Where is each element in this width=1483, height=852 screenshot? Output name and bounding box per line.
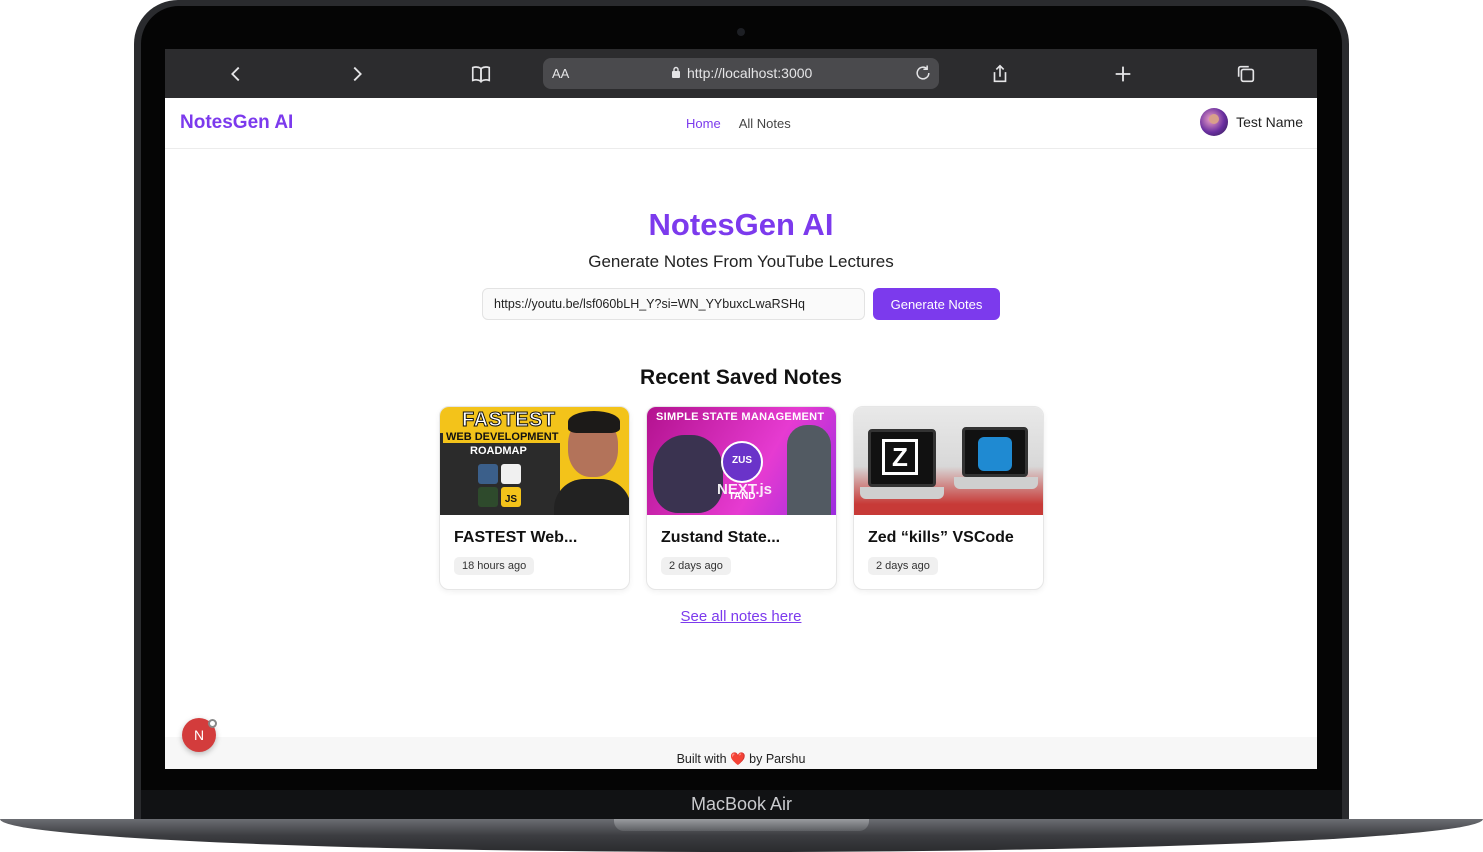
nav-home[interactable]: Home (686, 116, 721, 131)
app-header: NotesGen AI Home All Notes Test Name (165, 98, 1317, 149)
thumbnail-text: ROADMAP (470, 445, 527, 457)
browser-toolbar: AA http://localhost:3000 (165, 49, 1317, 98)
see-all-notes-link[interactable]: See all notes here (165, 608, 1317, 625)
avatar[interactable] (1200, 108, 1229, 136)
page-subtitle: Generate Notes From YouTube Lectures (588, 252, 894, 271)
thumbnail-text: JS (501, 487, 521, 507)
bookmarks-icon[interactable] (468, 61, 494, 87)
note-card[interactable]: ZUS TAND NEXT.js SIMPLE STATE MANAGEMENT… (646, 406, 837, 590)
thumbnail-text: FASTEST (462, 409, 556, 432)
generate-notes-button[interactable]: Generate Notes (873, 288, 1000, 320)
note-thumbnail: Z (854, 407, 1043, 515)
heart-icon: ❤️ (730, 752, 746, 766)
dev-badge-status-dot (208, 719, 217, 728)
thumbnail-text: WEB DEVELOPMENT (443, 431, 562, 443)
note-card[interactable]: FASTEST WEB DEVELOPMENT ROADMAP JS FASTE… (439, 406, 630, 590)
note-time-badge: 2 days ago (868, 557, 938, 575)
thumbnail-text: Z (882, 439, 918, 475)
vscode-logo (978, 437, 1012, 471)
note-title: FASTEST Web... (454, 529, 578, 546)
recent-notes-list: FASTEST WEB DEVELOPMENT ROADMAP JS FASTE… (439, 406, 1044, 590)
note-thumbnail: FASTEST WEB DEVELOPMENT ROADMAP JS (440, 407, 629, 515)
screen: AA http://localhost:3000 NotesGen AI Hom… (165, 49, 1317, 769)
brand-logo[interactable]: NotesGen AI (180, 112, 293, 134)
new-tab-icon[interactable] (1110, 61, 1136, 87)
lock-icon (672, 66, 680, 78)
note-title: Zustand State... (661, 529, 781, 546)
note-card[interactable]: Z Zed “kills” VSCode 2 days ago (853, 406, 1044, 590)
footer-suffix: by Parshu (749, 752, 806, 766)
laptop-hinge-notch (614, 819, 869, 831)
share-icon[interactable] (987, 61, 1013, 87)
camera (737, 28, 745, 36)
nav-all-notes[interactable]: All Notes (739, 116, 791, 131)
thumbnail-text: SIMPLE STATE MANAGEMENT (656, 411, 825, 423)
recent-notes-heading: Recent Saved Notes (640, 366, 842, 389)
thumbnail-text: NEXT.js (717, 481, 773, 498)
laptop-model-label: MacBook Air (690, 794, 793, 814)
note-thumbnail: ZUS TAND NEXT.js SIMPLE STATE MANAGEMENT (647, 407, 836, 515)
tabs-overview-icon[interactable] (1233, 61, 1259, 87)
address-bar[interactable]: AA http://localhost:3000 (543, 58, 939, 89)
footer: Built with ❤️ by Parshu (165, 737, 1317, 769)
thumbnail-text: ZUS TAND (721, 441, 763, 502)
user-menu[interactable]: Test Name (1200, 108, 1303, 136)
reload-icon[interactable] (913, 63, 933, 83)
url-text: http://localhost:3000 (687, 65, 813, 81)
note-title: Zed “kills” VSCode (868, 529, 1014, 546)
note-time-badge: 2 days ago (661, 557, 731, 575)
back-icon[interactable] (223, 61, 249, 87)
note-time-badge: 18 hours ago (454, 557, 535, 575)
user-name: Test Name (1236, 114, 1303, 130)
youtube-url-input[interactable] (482, 288, 865, 320)
footer-prefix: Built with (676, 752, 727, 766)
main-nav: Home All Notes (686, 116, 791, 131)
footer-credit: Built with ❤️ by Parshu (165, 752, 1317, 767)
reader-aa-button[interactable]: AA (552, 66, 569, 81)
forward-icon[interactable] (344, 61, 370, 87)
page-title: NotesGen AI (648, 207, 834, 242)
